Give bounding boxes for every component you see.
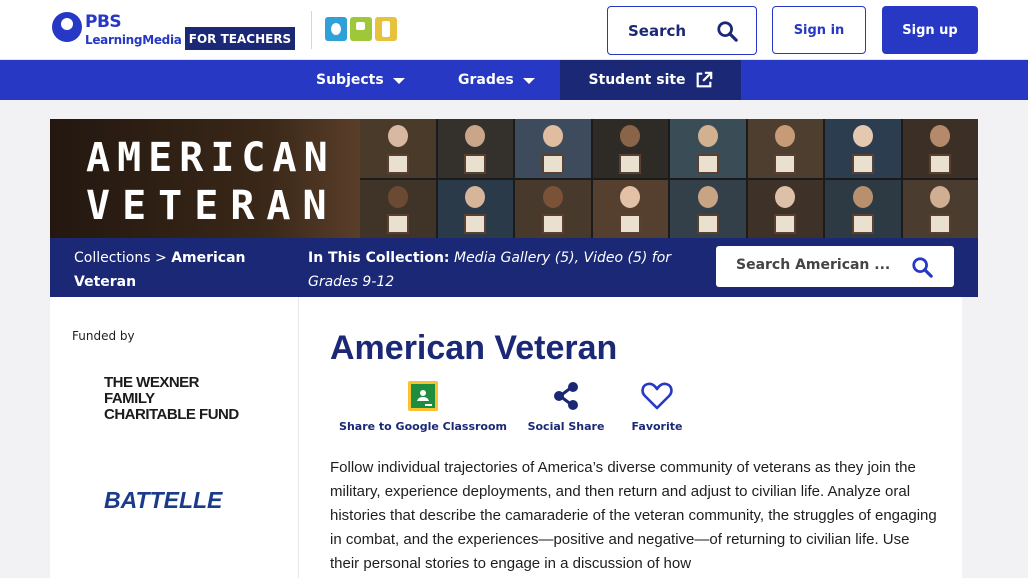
veteran-portrait-grid — [360, 119, 978, 238]
social-share-label: Social Share — [527, 420, 605, 433]
veteran-portrait — [902, 119, 978, 178]
wexner-fund-logo[interactable]: THE WEXNER FAMILY CHARITABLE FUND — [104, 375, 244, 423]
main-nav: Subjects Grades Student site — [0, 60, 1028, 100]
share-icon — [554, 382, 578, 410]
external-link-icon — [696, 71, 712, 88]
breadcrumb-collections-link[interactable]: Collections — [74, 250, 151, 266]
veteran-portrait — [670, 119, 746, 178]
google-classroom-icon — [408, 381, 438, 411]
collection-main: American Veteran Share to Google Classro… — [298, 297, 962, 578]
heart-icon — [641, 382, 673, 410]
sign-in-button[interactable]: Sign in — [772, 6, 866, 54]
opb-p-glyph — [350, 17, 372, 41]
banner-title-line2: VETERAN — [86, 183, 339, 229]
funded-by-label: Funded by — [72, 329, 135, 343]
collection-info-bar: Collections > American Veteran In This C… — [50, 238, 978, 297]
pbs-learningmedia-logo[interactable]: PBS LearningMedia — [52, 12, 182, 52]
opb-logo[interactable] — [325, 17, 399, 43]
nav-student-site[interactable]: Student site — [560, 60, 741, 100]
chevron-down-icon — [522, 78, 535, 84]
collection-banner: AMERICAN VETERAN — [50, 119, 978, 238]
veteran-portrait — [437, 179, 513, 238]
logo-divider — [311, 11, 312, 49]
favorite-label: Favorite — [631, 420, 683, 433]
page-title: American Veteran — [330, 329, 618, 367]
collection-search-placeholder: Search American ... — [736, 257, 891, 273]
veteran-portrait — [825, 179, 901, 238]
collection-contents: In This Collection: Media Gallery (5), V… — [308, 246, 688, 294]
nav-subjects-label: Subjects — [316, 72, 384, 88]
opb-b-glyph — [375, 17, 397, 41]
breadcrumb: Collections > American Veteran — [74, 246, 274, 294]
nav-subjects[interactable]: Subjects — [316, 60, 405, 100]
nav-grades[interactable]: Grades — [458, 60, 535, 100]
battelle-logo[interactable]: BATTELLE — [104, 487, 222, 514]
veteran-portrait — [747, 179, 823, 238]
veteran-portrait — [902, 179, 978, 238]
search-icon — [717, 21, 738, 42]
veteran-portrait — [437, 119, 513, 178]
site-header: PBS LearningMedia FOR TEACHERS Search Si… — [0, 0, 1028, 60]
for-teachers-badge: FOR TEACHERS — [185, 27, 295, 50]
search-label: Search — [628, 22, 687, 40]
collection-search-input[interactable]: Search American ... — [716, 246, 954, 287]
logo-wordmark: PBS — [85, 12, 122, 32]
banner-title-panel: AMERICAN VETERAN — [50, 119, 360, 238]
opb-o-glyph — [325, 17, 347, 41]
favorite-button[interactable]: Favorite — [631, 381, 683, 433]
breadcrumb-separator: > — [150, 250, 172, 266]
veteran-portrait — [515, 179, 591, 238]
collection-contents-label: In This Collection: — [308, 250, 450, 266]
veteran-portrait — [515, 119, 591, 178]
logo-subtitle: LearningMedia — [85, 33, 182, 47]
veteran-portrait — [592, 119, 668, 178]
veteran-portrait — [360, 119, 436, 178]
pbs-head-icon — [52, 12, 82, 42]
veteran-portrait — [592, 179, 668, 238]
veteran-portrait — [825, 119, 901, 178]
veteran-portrait — [360, 179, 436, 238]
sign-up-button[interactable]: Sign up — [882, 6, 978, 54]
collection-description: Follow individual trajectories of Americ… — [330, 459, 937, 572]
google-classroom-share-button[interactable]: Share to Google Classroom — [339, 381, 507, 433]
veteran-portrait — [670, 179, 746, 238]
nav-grades-label: Grades — [458, 72, 514, 88]
search-icon[interactable] — [911, 256, 933, 278]
chevron-down-icon — [392, 78, 405, 84]
header-search-button[interactable]: Search — [607, 6, 757, 55]
classroom-label: Share to Google Classroom — [339, 420, 507, 433]
veteran-portrait — [747, 119, 823, 178]
funders-sidebar: Funded by THE WEXNER FAMILY CHARITABLE F… — [50, 297, 298, 578]
banner-title-line1: AMERICAN — [86, 135, 335, 181]
nav-student-label: Student site — [588, 72, 686, 88]
social-share-button[interactable]: Social Share — [528, 381, 604, 433]
